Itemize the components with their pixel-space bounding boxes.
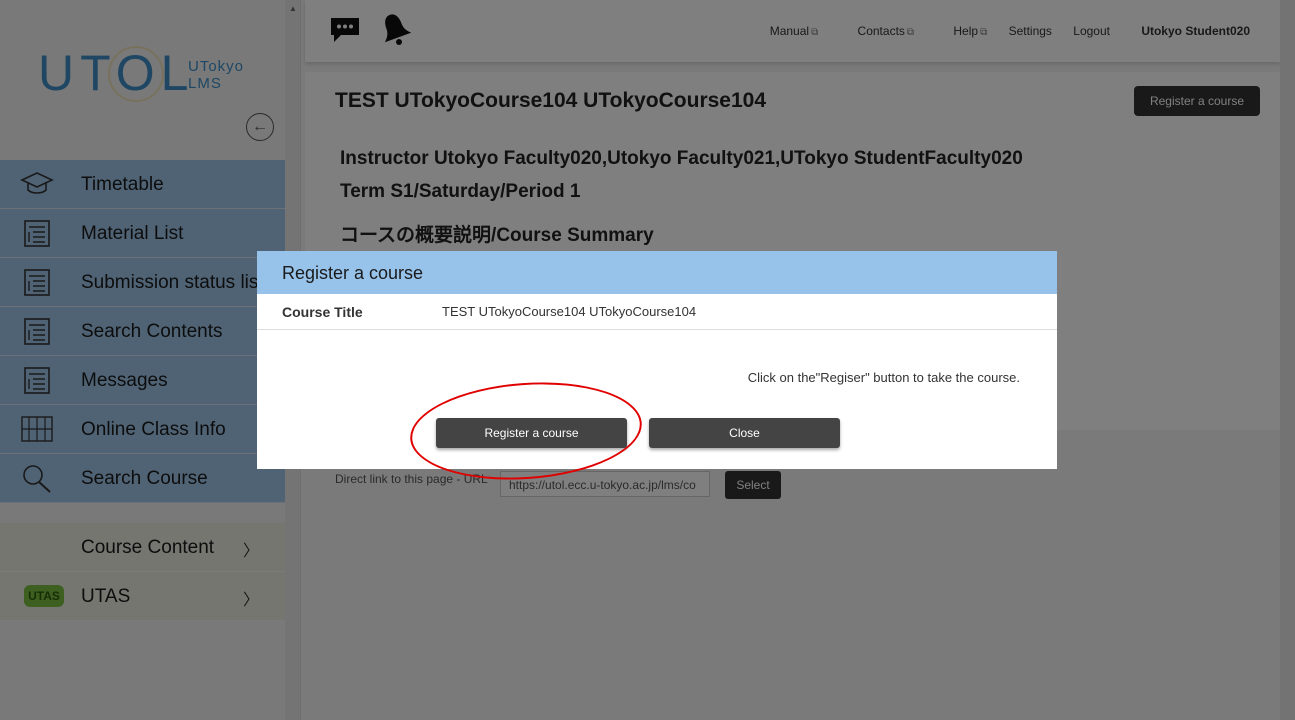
course-title-value: TEST UTokyoCourse104 UTokyoCourse104 [442,304,697,319]
dialog-message: Click on the"Regiser" button to take the… [747,370,1020,385]
dialog-title: Register a course [282,263,424,283]
register-course-dialog: Register a course Course Title TEST UTok… [257,251,1057,469]
course-title-row: Course Title TEST UTokyoCourse104 UTokyo… [257,294,1057,330]
dialog-message-wrap: Click on the"Regiser" button to take the… [257,370,1020,385]
course-title-label: Course Title [282,304,363,320]
close-button[interactable]: Close [649,418,840,448]
dialog-header: Register a course [257,251,1057,294]
